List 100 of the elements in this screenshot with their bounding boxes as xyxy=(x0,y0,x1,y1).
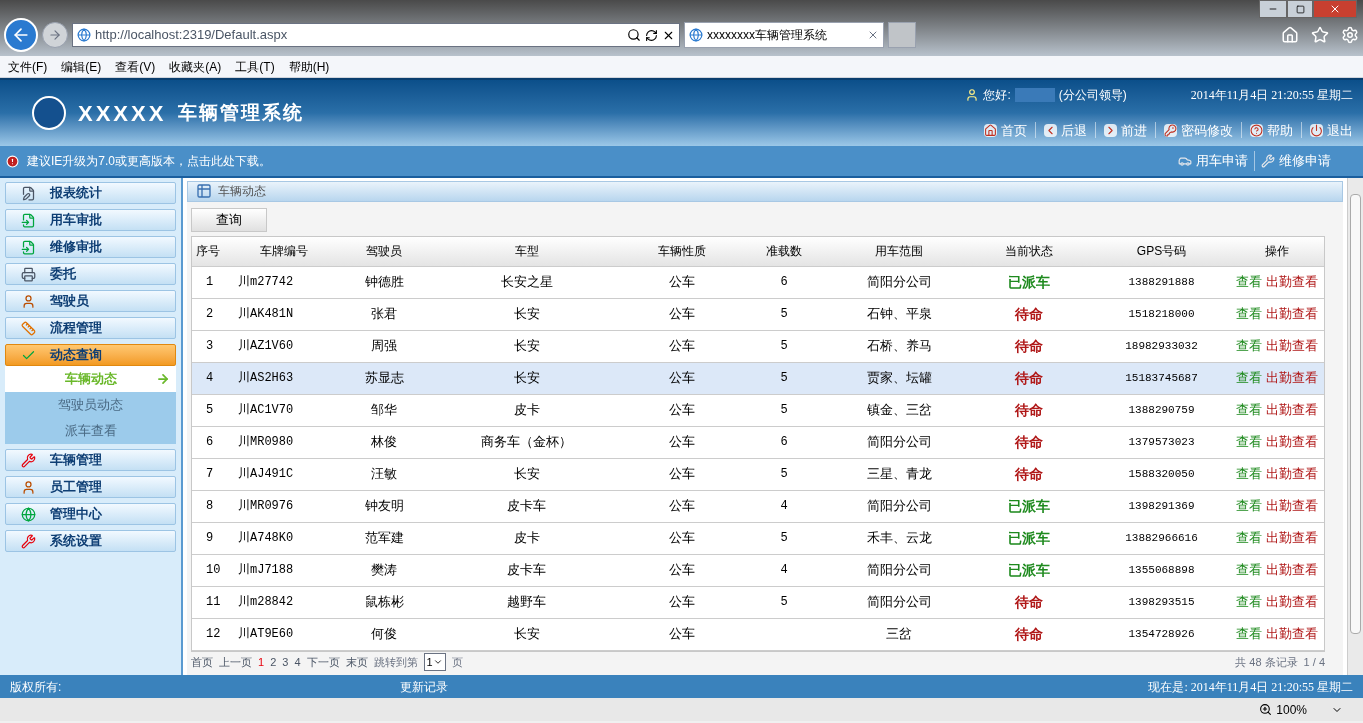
pager-link[interactable]: 2 xyxy=(270,653,277,670)
view-link[interactable]: 查看 xyxy=(1236,272,1262,292)
table-cell-text: 6 xyxy=(780,434,788,451)
settings-icon[interactable] xyxy=(1341,26,1359,44)
view-link[interactable]: 查看 xyxy=(1236,528,1262,548)
menu-item[interactable]: 工具(T) xyxy=(235,57,275,76)
table-cell-text: 长安 xyxy=(513,337,540,356)
table-cell-text: 1355068898 xyxy=(1128,562,1195,578)
alert-icon xyxy=(6,154,19,168)
attendance-link[interactable]: 出勤查看 xyxy=(1266,304,1318,324)
sidebar-item[interactable]: 流程管理 xyxy=(5,317,176,339)
browser-tab[interactable]: xxxxxxxx车辆管理系统 xyxy=(684,22,884,48)
column-header: 车牌编号 xyxy=(259,243,309,260)
column-header: 车型 xyxy=(513,243,540,260)
attendance-link[interactable]: 出勤查看 xyxy=(1266,368,1318,388)
table-cell-text: 简阳分公司 xyxy=(866,561,932,580)
update-log-link[interactable]: 更新记录 xyxy=(400,677,448,696)
close-tab-icon[interactable] xyxy=(867,29,879,41)
document-arrow-icon xyxy=(20,212,36,228)
view-link[interactable]: 查看 xyxy=(1236,592,1262,612)
table-cell-text: 公车 xyxy=(668,465,695,484)
attendance-link[interactable]: 出勤查看 xyxy=(1266,400,1318,420)
pager-link[interactable]: 末页 xyxy=(345,653,368,670)
view-link[interactable]: 查看 xyxy=(1236,400,1262,420)
attendance-link[interactable]: 出勤查看 xyxy=(1266,496,1318,516)
back-button[interactable] xyxy=(4,18,38,52)
address-bar[interactable]: http://localhost:2319/Default.aspx xyxy=(72,23,680,47)
pager-link[interactable]: 3 xyxy=(282,653,289,670)
minimize-button[interactable] xyxy=(1259,0,1287,18)
view-link[interactable]: 查看 xyxy=(1236,432,1262,452)
favorites-icon[interactable] xyxy=(1311,26,1329,44)
restore-icon xyxy=(1295,4,1305,14)
menu-item[interactable]: 文件(F) xyxy=(8,57,48,76)
wrench-icon xyxy=(20,533,36,549)
refresh-icon[interactable] xyxy=(645,28,658,42)
attendance-link[interactable]: 出勤查看 xyxy=(1266,432,1318,452)
attendance-link[interactable]: 出勤查看 xyxy=(1266,624,1318,644)
attendance-link[interactable]: 出勤查看 xyxy=(1266,272,1318,292)
table-cell-text: 皮卡 xyxy=(513,401,540,420)
jump-suffix: 页 xyxy=(451,654,463,670)
view-link[interactable]: 查看 xyxy=(1236,304,1262,324)
car-icon xyxy=(1178,154,1192,168)
table-cell-text: 公车 xyxy=(668,273,695,292)
zoom-icon[interactable] xyxy=(1259,703,1273,716)
menu-item[interactable]: 编辑(E) xyxy=(61,57,102,76)
pager-link[interactable]: 上一页 xyxy=(219,653,252,670)
sidebar-item[interactable]: 驾驶员 xyxy=(5,290,176,312)
table-cell-text: 川AT9E60 xyxy=(238,626,294,643)
sidebar-item[interactable]: 系统设置 xyxy=(5,530,176,552)
view-link[interactable]: 查看 xyxy=(1236,464,1262,484)
sidebar-item[interactable]: 车辆管理 xyxy=(5,449,176,471)
pager-link[interactable]: 4 xyxy=(294,653,301,670)
sidebar-item[interactable]: 维修审批 xyxy=(5,236,176,258)
sidebar-item[interactable]: 报表统计 xyxy=(5,182,176,204)
attendance-link[interactable]: 出勤查看 xyxy=(1266,528,1318,548)
table-cell-text: 5 xyxy=(780,466,788,483)
menu-item[interactable]: 收藏夹(A) xyxy=(169,57,222,76)
sidebar-item[interactable]: 动态查询 xyxy=(5,344,176,366)
sidebar-item[interactable]: 用车审批 xyxy=(5,209,176,231)
home-icon[interactable] xyxy=(1281,26,1299,44)
restore-button[interactable] xyxy=(1287,0,1313,18)
table-cell-text: 川AK481N xyxy=(238,306,294,323)
table-cell-text: 1388290759 xyxy=(1128,402,1195,418)
query-button[interactable]: 查询 xyxy=(191,207,267,232)
attendance-link[interactable]: 出勤查看 xyxy=(1266,560,1318,580)
forward-button[interactable] xyxy=(42,22,68,48)
table-cell-text: 石桥、养马 xyxy=(866,337,932,356)
table-row[interactable]: 4 川AS2H63 苏显志 长安 公车 5 贾家、坛罐 待命 15183745687 查看 出勤查看 xyxy=(192,362,1324,395)
table-cell-text: 4 xyxy=(206,370,214,387)
table-cell-text: 何俊 xyxy=(371,625,397,644)
zoom-level[interactable]: 100% xyxy=(1276,700,1307,719)
menu-item[interactable]: 查看(V) xyxy=(115,57,156,76)
table-cell-text: 皮卡 xyxy=(513,529,540,548)
search-icon[interactable] xyxy=(627,28,641,42)
table-cell-text: 4 xyxy=(780,498,788,515)
pager-link[interactable]: 1 xyxy=(258,653,265,670)
attendance-link[interactable]: 出勤查看 xyxy=(1266,336,1318,356)
user-name-field xyxy=(1014,88,1055,102)
page-select[interactable]: 1 xyxy=(423,652,446,671)
table-cell-text: 樊涛 xyxy=(371,561,397,580)
table-cell-text: 1588320050 xyxy=(1128,466,1195,482)
view-link[interactable]: 查看 xyxy=(1236,336,1262,356)
pager-link[interactable]: 下一页 xyxy=(306,653,340,670)
pager-link[interactable]: 首页 xyxy=(191,653,213,670)
sidebar-item[interactable]: 员工管理 xyxy=(5,476,176,498)
sidebar-item[interactable]: 管理中心 xyxy=(5,503,176,525)
attendance-link[interactable]: 出勤查看 xyxy=(1266,464,1318,484)
view-link[interactable]: 查看 xyxy=(1236,624,1262,644)
sidebar-item[interactable]: 委托 xyxy=(5,263,176,285)
table-cell-text: 5 xyxy=(780,530,788,547)
attendance-link[interactable]: 出勤查看 xyxy=(1266,592,1318,612)
submenu-item[interactable]: 驾驶员动态 xyxy=(5,392,176,418)
menu-item[interactable]: 帮助(H) xyxy=(288,57,330,76)
status-text: 待命 xyxy=(1015,336,1043,356)
view-link[interactable]: 查看 xyxy=(1236,560,1262,580)
view-link[interactable]: 查看 xyxy=(1236,368,1262,388)
view-link[interactable]: 查看 xyxy=(1236,496,1262,516)
table-cell-text: 1 xyxy=(206,274,214,291)
status-text: 待命 xyxy=(1015,368,1043,388)
submenu-item[interactable]: 派车查看 xyxy=(5,418,176,444)
